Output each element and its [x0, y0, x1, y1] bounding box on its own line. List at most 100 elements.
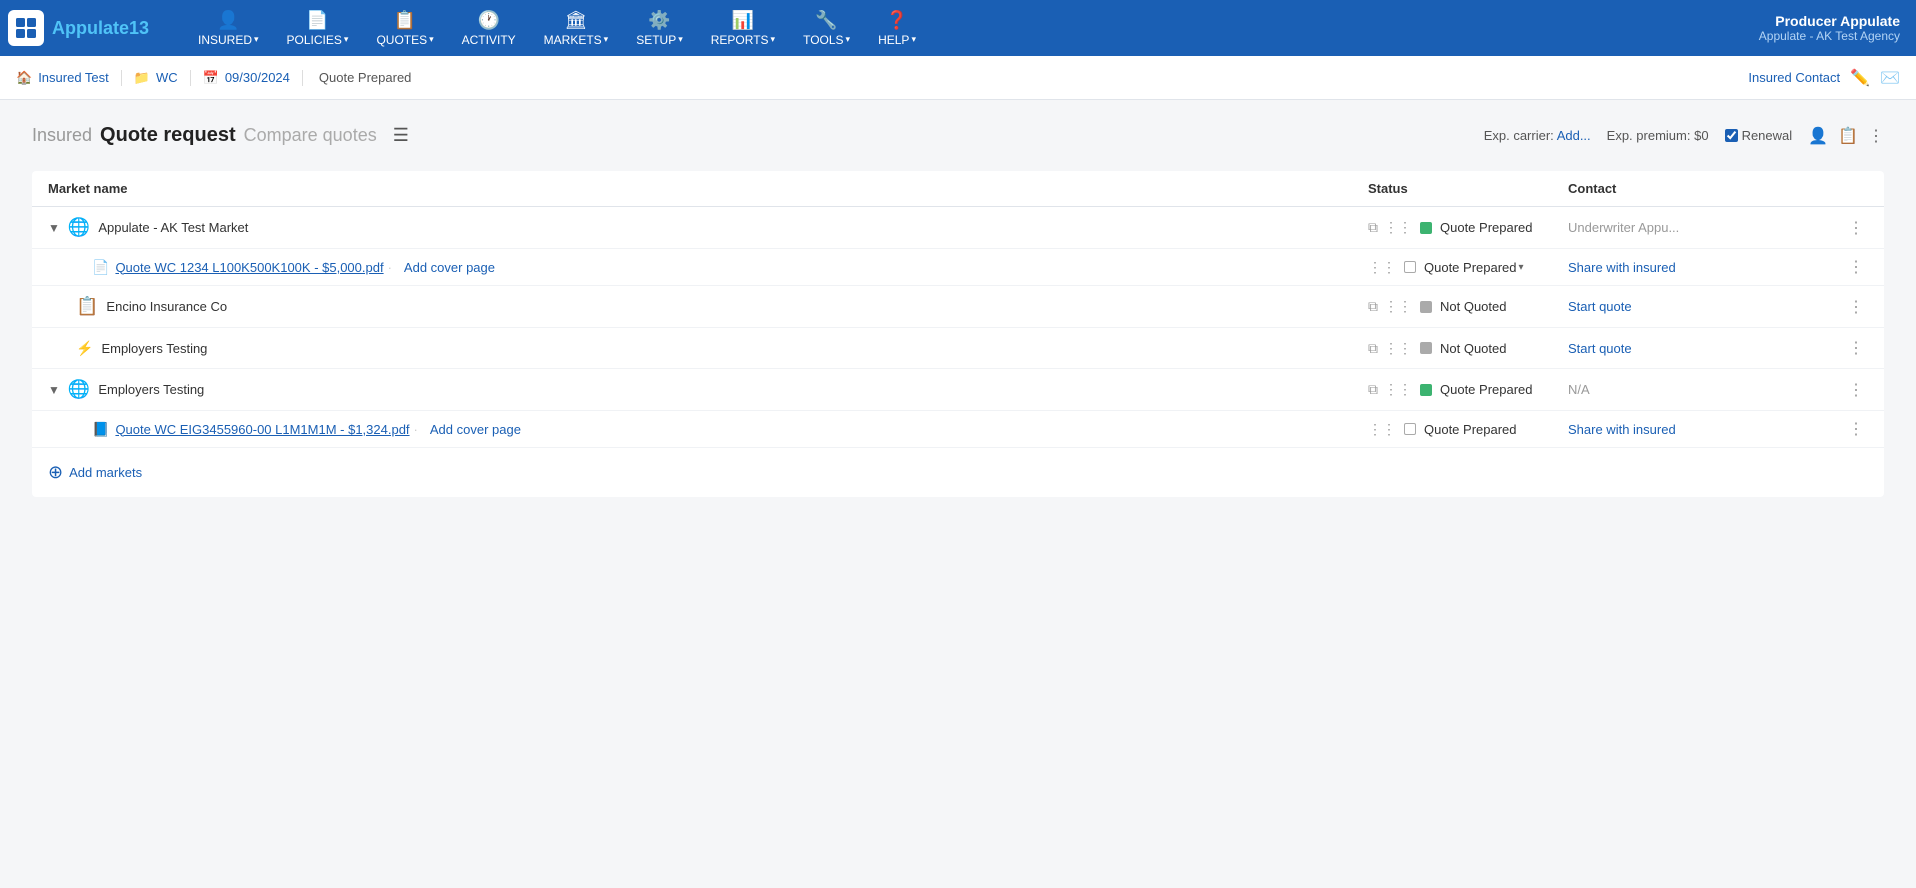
status-dot: [1420, 384, 1432, 396]
market-name-cell: ⚡ Employers Testing: [48, 340, 1368, 357]
nav-item-markets[interactable]: 🏛 MARKETS▾: [530, 4, 623, 53]
breadcrumb-policy-label: WC: [156, 70, 178, 85]
nav-item-setup[interactable]: ⚙️ SETUP▾: [622, 4, 697, 53]
add-markets-row[interactable]: ⊕ Add markets: [32, 448, 1884, 497]
more-button[interactable]: ⋮: [1844, 257, 1868, 277]
more-button[interactable]: ⋮: [1844, 419, 1868, 439]
nav-item-reports[interactable]: 📊 REPORTS▾: [697, 4, 789, 53]
contact-cell: N/A ⋮: [1568, 380, 1868, 400]
market-name-cell: ▼ 🌐 Employers Testing: [48, 379, 1368, 400]
sub-status-dot: [1404, 261, 1416, 273]
nav-item-quotes[interactable]: 📋 QUOTES▾: [362, 4, 447, 53]
status-dot: [1420, 222, 1432, 234]
page-title-section: Insured Quote request Compare quotes ☰: [32, 124, 1484, 147]
nav-item-activity[interactable]: 🕐 ACTIVITY: [448, 4, 530, 53]
calendar-icon: 📅: [203, 70, 219, 86]
more-button[interactable]: ⋮: [1844, 297, 1868, 317]
split-icon[interactable]: ⋮⋮: [1368, 259, 1396, 276]
nav-item-insured[interactable]: 👤 INSURED▾: [184, 4, 273, 53]
more-button[interactable]: ⋮: [1844, 380, 1868, 400]
table-sub-row: 📘 Quote WC EIG3455960-00 L1M1M1M - $1,32…: [32, 411, 1884, 448]
share-with-insured-button[interactable]: Share with insured: [1568, 422, 1676, 437]
sub-contact-cell: Share with insured ⋮: [1568, 257, 1868, 277]
col-status: Status: [1368, 181, 1568, 196]
table-row: ⚡ Employers Testing ⧉ ⋮⋮ Not Quoted Star…: [32, 328, 1884, 369]
status-text: Not Quoted: [1440, 341, 1507, 356]
table-row: ▼ 🌐 Employers Testing ⧉ ⋮⋮ Quote Prepare…: [32, 369, 1884, 411]
copy-icon[interactable]: ⧉: [1368, 298, 1378, 315]
top-nav: Appulate13 👤 INSURED▾ 📄 POLICIES▾ 📋 QUOT…: [0, 0, 1916, 56]
nav-items: 👤 INSURED▾ 📄 POLICIES▾ 📋 QUOTES▾ 🕐 ACTIV…: [184, 4, 1759, 53]
quotes-icon: 📋: [394, 10, 416, 31]
home-icon: 🏠: [16, 70, 32, 86]
notes-icon[interactable]: 📋: [1838, 126, 1858, 146]
market-name-cell: 📋 Encino Insurance Co: [48, 296, 1368, 317]
breadcrumb-insured[interactable]: 🏠 Insured Test: [16, 70, 122, 86]
split-icon[interactable]: ⋮⋮: [1384, 381, 1412, 398]
tab-insured[interactable]: Insured: [32, 125, 92, 146]
reports-icon: 📊: [732, 10, 754, 31]
exp-premium: Exp. premium: $0: [1607, 128, 1709, 143]
status-cell: ⧉ ⋮⋮ Quote Prepared: [1368, 381, 1568, 398]
expand-icon[interactable]: ▼: [48, 221, 60, 235]
market-globe-icon: 🌐: [68, 379, 90, 400]
breadcrumb-date-label: 09/30/2024: [225, 70, 290, 85]
policies-icon: 📄: [306, 10, 328, 31]
add-cover-button[interactable]: Add cover page: [404, 260, 495, 275]
producer-info: Producer Appulate Appulate - AK Test Age…: [1759, 13, 1908, 43]
start-quote-button[interactable]: Start quote: [1568, 341, 1632, 356]
user-circle-icon[interactable]: 👤: [1808, 126, 1828, 146]
breadcrumb-policy-type[interactable]: 📁 WC: [134, 70, 191, 86]
status-text: Quote Prepared: [1440, 382, 1533, 397]
start-quote-button[interactable]: Start quote: [1568, 299, 1632, 314]
split-icon[interactable]: ⋮⋮: [1384, 340, 1412, 357]
add-cover-button[interactable]: Add cover page: [430, 422, 521, 437]
renewal-checkbox[interactable]: [1725, 129, 1738, 142]
header-icons: 👤 📋 ⋮: [1808, 126, 1884, 146]
copy-icon[interactable]: ⧉: [1368, 219, 1378, 236]
more-options-icon[interactable]: ⋮: [1868, 126, 1884, 146]
breadcrumb: 🏠 Insured Test 📁 WC 📅 09/30/2024 Quote P…: [0, 56, 1916, 100]
more-button[interactable]: ⋮: [1844, 338, 1868, 358]
doc-link[interactable]: Quote WC EIG3455960-00 L1M1M1M - $1,324.…: [115, 422, 409, 437]
table-row: 📋 Encino Insurance Co ⧉ ⋮⋮ Not Quoted St…: [32, 286, 1884, 328]
market-name-cell: ▼ 🌐 Appulate - AK Test Market: [48, 217, 1368, 238]
status-dot: [1420, 342, 1432, 354]
market-name-text: Appulate - AK Test Market: [98, 220, 248, 235]
sub-status-dropdown[interactable]: Quote Prepared ▾: [1424, 260, 1524, 275]
copy-icon[interactable]: ⧉: [1368, 340, 1378, 357]
share-with-insured-button[interactable]: Share with insured: [1568, 260, 1676, 275]
nav-item-help[interactable]: ❓ HELP▾: [864, 4, 930, 53]
main-content: Insured Quote request Compare quotes ☰ E…: [0, 100, 1916, 521]
breadcrumb-status: Quote Prepared: [319, 70, 412, 85]
market-table: Market name Status Contact ▼ 🌐 Appulate …: [32, 171, 1884, 497]
tab-compare-quotes[interactable]: Compare quotes: [244, 125, 377, 146]
exp-carrier-add[interactable]: Add...: [1557, 128, 1591, 143]
edit-icon[interactable]: ✏️: [1850, 68, 1870, 88]
expand-icon[interactable]: ▼: [48, 383, 60, 397]
status-icons: ⧉ ⋮⋮: [1368, 298, 1412, 315]
add-markets-label: Add markets: [69, 465, 142, 480]
tab-quote-request[interactable]: Quote request: [100, 124, 236, 147]
split-icon[interactable]: ⋮⋮: [1368, 421, 1396, 438]
sub-contact-cell: Share with insured ⋮: [1568, 419, 1868, 439]
exp-carrier: Exp. carrier: Add...: [1484, 128, 1591, 143]
help-icon: ❓: [886, 10, 908, 31]
breadcrumb-date[interactable]: 📅 09/30/2024: [203, 70, 303, 86]
copy-icon[interactable]: ⧉: [1368, 381, 1378, 398]
status-cell: ⧉ ⋮⋮ Quote Prepared: [1368, 219, 1568, 236]
nav-item-policies[interactable]: 📄 POLICIES▾: [273, 4, 363, 53]
menu-icon[interactable]: ☰: [393, 125, 409, 146]
insured-contact-button[interactable]: Insured Contact: [1748, 70, 1840, 85]
sub-doc-cell: 📘 Quote WC EIG3455960-00 L1M1M1M - $1,32…: [92, 421, 1368, 438]
contact-na: N/A: [1568, 382, 1590, 397]
sub-status-dot: [1404, 423, 1416, 435]
split-icon[interactable]: ⋮⋮: [1384, 298, 1412, 315]
split-icon[interactable]: ⋮⋮: [1384, 219, 1412, 236]
nav-item-tools[interactable]: 🔧 TOOLS▾: [789, 4, 864, 53]
contact-cell: Start quote ⋮: [1568, 297, 1868, 317]
more-button[interactable]: ⋮: [1844, 218, 1868, 238]
doc-link[interactable]: Quote WC 1234 L100K500K100K - $5,000.pdf: [115, 260, 383, 275]
sub-status-text: Quote Prepared: [1424, 422, 1517, 437]
email-icon[interactable]: ✉️: [1880, 68, 1900, 88]
